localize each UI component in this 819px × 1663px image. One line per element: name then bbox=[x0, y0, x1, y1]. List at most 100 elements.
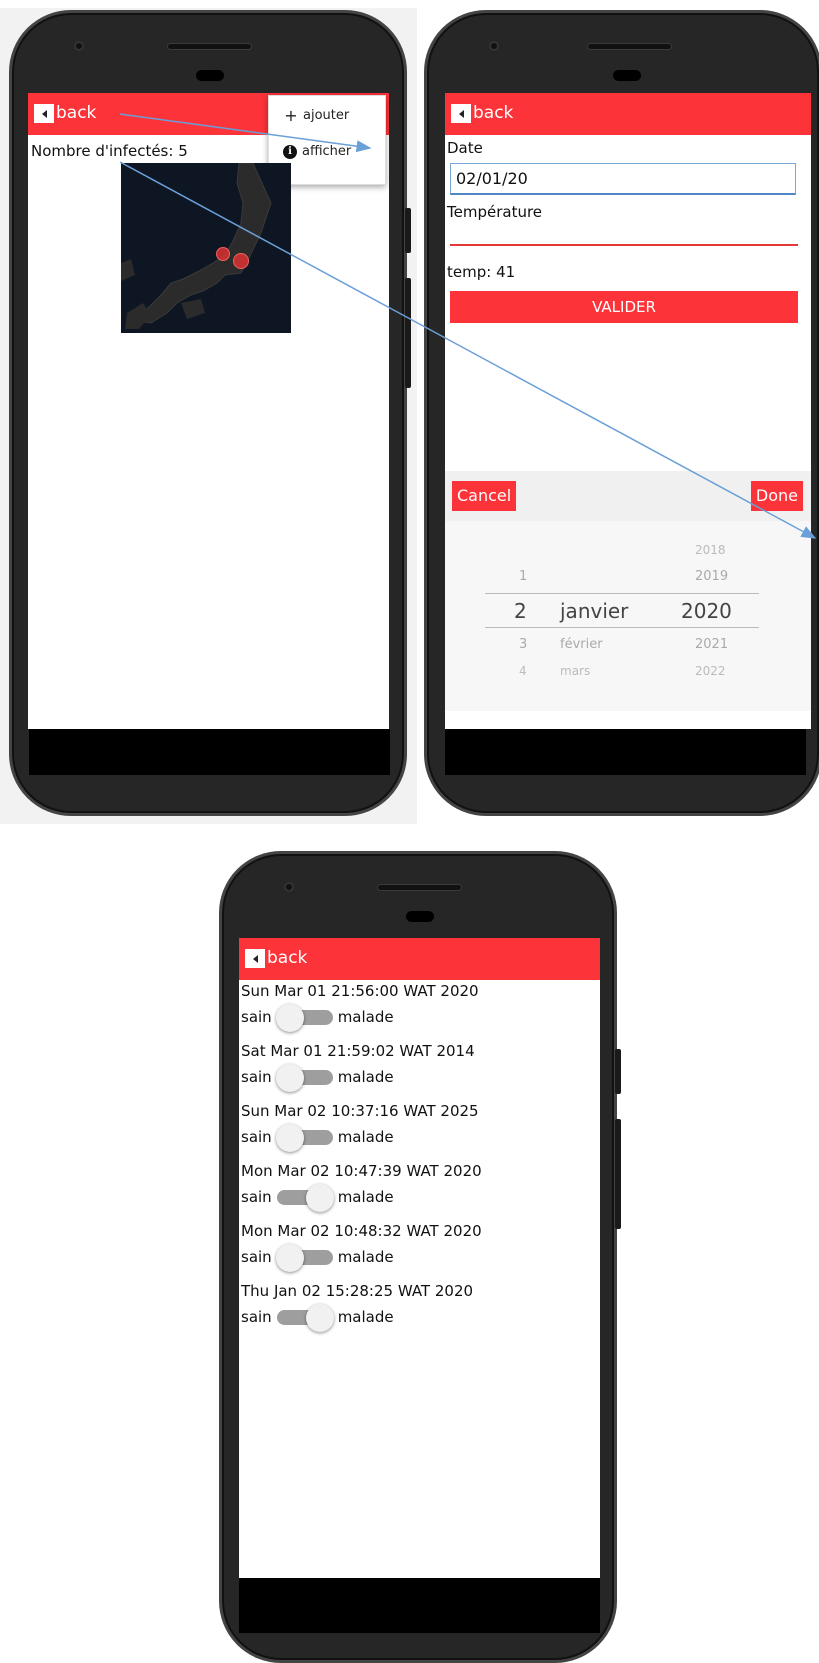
malade-label: malade bbox=[337, 1188, 394, 1206]
back-button[interactable]: back bbox=[245, 949, 307, 968]
sain-label: sain bbox=[241, 1188, 272, 1206]
day-option[interactable]: 1 bbox=[519, 569, 527, 584]
malade-label: malade bbox=[337, 1248, 394, 1266]
sensor-pill bbox=[613, 70, 641, 81]
bottom-bezel bbox=[445, 729, 806, 775]
month-option[interactable]: mars bbox=[560, 664, 590, 678]
canvas: back + ajouter i afficher Nombre d'infec… bbox=[0, 0, 819, 1663]
back-button[interactable]: back bbox=[451, 104, 513, 123]
back-arrow-icon bbox=[245, 949, 265, 968]
infection-marker[interactable] bbox=[216, 247, 230, 261]
entry-date: Thu Jan 02 15:28:25 WAT 2020 bbox=[241, 1282, 474, 1300]
app-bar: back bbox=[445, 93, 811, 135]
toggle-thumb bbox=[305, 1184, 334, 1212]
front-camera bbox=[74, 41, 84, 51]
front-camera bbox=[284, 882, 294, 892]
selection-line-bottom bbox=[485, 627, 759, 628]
status-toggle[interactable] bbox=[275, 1244, 335, 1272]
bottom-bezel bbox=[239, 1578, 600, 1633]
menu-item-label: afficher bbox=[302, 144, 352, 159]
malade-label: malade bbox=[337, 1128, 394, 1146]
status-toggle[interactable] bbox=[275, 1184, 335, 1212]
map-view[interactable] bbox=[121, 163, 291, 333]
toggle-thumb bbox=[275, 1064, 304, 1092]
sain-label: sain bbox=[241, 1128, 272, 1146]
malade-label: malade bbox=[337, 1008, 394, 1026]
sensor-pill bbox=[406, 911, 434, 922]
sain-label: sain bbox=[241, 1308, 272, 1326]
year-option[interactable]: 2018 bbox=[695, 543, 726, 557]
toggle-thumb bbox=[275, 1124, 304, 1152]
phone-3: back Sun Mar 01 21:56:00 WAT 2020 sain mal… bbox=[219, 851, 621, 1663]
toggle-thumb bbox=[275, 1244, 304, 1272]
back-label: back bbox=[267, 948, 308, 968]
day-option[interactable]: 4 bbox=[519, 664, 527, 678]
entry-status-row: sain malade bbox=[241, 1124, 394, 1152]
phone-2: back Date 02/01/20 Température temp: 41 … bbox=[424, 10, 819, 816]
day-option[interactable]: 3 bbox=[519, 637, 527, 652]
volume-button bbox=[405, 278, 411, 388]
year-option[interactable]: 2019 bbox=[695, 569, 728, 584]
picker-wheel[interactable]: 2018 1 2019 2 janvier 2020 3 février 202… bbox=[445, 521, 811, 711]
cancel-button[interactable]: Cancel bbox=[452, 481, 517, 511]
back-arrow-icon bbox=[34, 104, 54, 123]
entry-status-row: sain malade bbox=[241, 1184, 394, 1212]
entry-date: Sun Mar 01 21:56:00 WAT 2020 bbox=[241, 982, 479, 1000]
bottom-bezel bbox=[29, 729, 390, 775]
phone-1: back + ajouter i afficher Nombre d'infec… bbox=[9, 10, 411, 816]
app-bar: back bbox=[239, 938, 600, 980]
japan-map-image bbox=[121, 163, 272, 329]
selection-line-top bbox=[485, 593, 759, 594]
info-icon: i bbox=[283, 144, 297, 159]
sensor-pill bbox=[196, 70, 224, 81]
menu-item-afficher[interactable]: i afficher bbox=[283, 144, 351, 159]
menu-item-ajouter[interactable]: + ajouter bbox=[283, 106, 349, 125]
month-selected[interactable]: janvier bbox=[560, 599, 628, 623]
month-option[interactable]: février bbox=[560, 637, 603, 652]
speaker bbox=[377, 884, 462, 891]
status-toggle[interactable] bbox=[275, 1004, 335, 1032]
power-button bbox=[405, 208, 411, 253]
status-toggle[interactable] bbox=[275, 1064, 335, 1092]
done-button[interactable]: Done bbox=[750, 481, 803, 511]
validate-button[interactable]: VALIDER bbox=[450, 291, 798, 323]
entry-date: Mon Mar 02 10:48:32 WAT 2020 bbox=[241, 1222, 482, 1240]
entry-date: Sun Mar 02 10:37:16 WAT 2025 bbox=[241, 1102, 479, 1120]
year-option[interactable]: 2022 bbox=[695, 664, 726, 678]
temperature-input[interactable] bbox=[450, 226, 798, 246]
front-camera bbox=[489, 41, 499, 51]
year-option[interactable]: 2021 bbox=[695, 637, 728, 652]
entry-status-row: sain malade bbox=[241, 1004, 394, 1032]
back-button[interactable]: back bbox=[34, 104, 96, 123]
screen-1: back + ajouter i afficher Nombre d'infec… bbox=[28, 93, 389, 729]
menu-item-label: ajouter bbox=[303, 108, 350, 123]
screen-3: back Sun Mar 01 21:56:00 WAT 2020 sain mal… bbox=[239, 938, 600, 1578]
speaker bbox=[587, 43, 672, 50]
year-selected[interactable]: 2020 bbox=[681, 599, 732, 623]
sain-label: sain bbox=[241, 1248, 272, 1266]
sain-label: sain bbox=[241, 1008, 272, 1026]
temperature-label: Température bbox=[447, 203, 543, 221]
malade-label: malade bbox=[337, 1308, 394, 1326]
temperature-readout: temp: 41 bbox=[447, 263, 516, 281]
status-toggle[interactable] bbox=[275, 1304, 335, 1332]
date-picker: Cancel Done 2018 1 2019 2 janvier 2020 3… bbox=[445, 471, 811, 711]
date-field[interactable]: 02/01/20 bbox=[450, 163, 796, 195]
date-label: Date bbox=[447, 139, 483, 157]
entry-status-row: sain malade bbox=[241, 1304, 394, 1332]
entry-status-row: sain malade bbox=[241, 1064, 394, 1092]
sain-label: sain bbox=[241, 1068, 272, 1086]
toggle-thumb bbox=[305, 1304, 334, 1332]
entry-date: Mon Mar 02 10:47:39 WAT 2020 bbox=[241, 1162, 482, 1180]
back-arrow-icon bbox=[451, 104, 471, 123]
infected-count: Nombre d'infectés: 5 bbox=[31, 142, 188, 160]
day-selected[interactable]: 2 bbox=[514, 599, 527, 623]
toggle-thumb bbox=[275, 1004, 304, 1032]
speaker bbox=[167, 43, 252, 50]
volume-button bbox=[615, 1119, 621, 1229]
back-label: back bbox=[56, 103, 97, 123]
entry-date: Sat Mar 01 21:59:02 WAT 2014 bbox=[241, 1042, 475, 1060]
status-toggle[interactable] bbox=[275, 1124, 335, 1152]
screen-2: back Date 02/01/20 Température temp: 41 … bbox=[445, 93, 811, 729]
infection-marker[interactable] bbox=[233, 253, 249, 269]
